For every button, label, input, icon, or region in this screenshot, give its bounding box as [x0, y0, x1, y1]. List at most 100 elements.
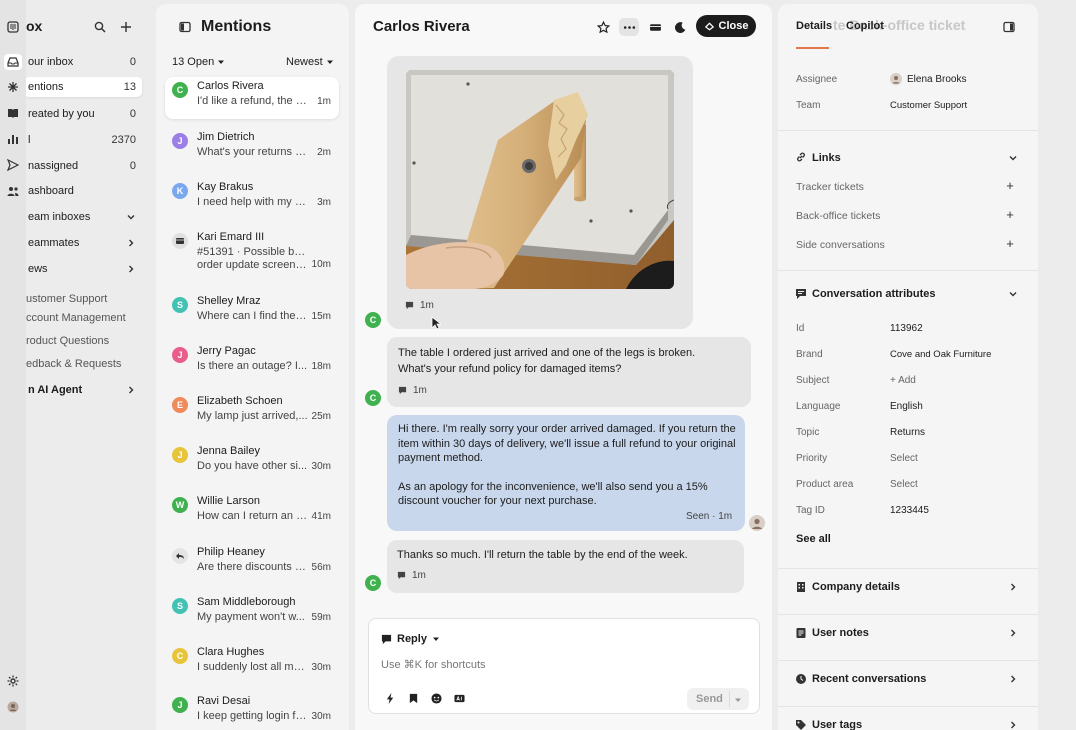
caret-down-icon[interactable] [734, 696, 742, 704]
user-avatar-icon[interactable] [6, 700, 20, 714]
tracker-tickets-label: Tracker tickets [796, 181, 864, 193]
conversation-item[interactable]: J Jerry Pagac Is there an outage? I... 18m [165, 342, 339, 384]
assignee-value[interactable]: Elena Brooks [907, 74, 966, 85]
view-account-management[interactable]: ccount Management [26, 312, 126, 324]
conversation-preview: I'd like a refund, the s... [197, 95, 309, 107]
nav-item-teammates[interactable]: eammates [26, 233, 142, 253]
open-filter-label: 13 Open [172, 56, 215, 68]
side-conversations-label: Side conversations [796, 239, 885, 251]
chevron-down-icon[interactable] [1008, 153, 1018, 163]
add-tracker-ticket-button[interactable]: + [1004, 179, 1016, 192]
customer-message-3-meta: 1m [397, 570, 426, 581]
sort-filter[interactable]: Newest [286, 56, 334, 68]
user-tags-section[interactable]: User tags [778, 706, 1038, 730]
nav-item-ai-agent[interactable]: n AI Agent [26, 380, 142, 400]
panel-toggle-icon[interactable] [1003, 21, 1015, 33]
broken-table-leg-photo[interactable] [406, 70, 674, 289]
chat-icon [397, 571, 406, 580]
emoji-icon[interactable] [431, 693, 442, 704]
team-value[interactable]: Customer Support [890, 100, 967, 111]
attribute-label: Language [796, 401, 841, 412]
reply-mode-selector[interactable]: Reply [381, 633, 440, 645]
knowledge-icon[interactable] [6, 106, 20, 120]
nav-item-team-inboxes[interactable]: eam inboxes [26, 207, 142, 227]
attribute-value[interactable]: 1233445 [890, 505, 929, 516]
recent-conversations-section[interactable]: Recent conversations [778, 660, 1038, 700]
attribute-value[interactable]: 113962 [890, 323, 923, 334]
ticket-icon[interactable] [646, 18, 664, 36]
conversation-item[interactable]: C Clara Hughes I suddenly lost all my a...… [165, 643, 339, 685]
open-filter[interactable]: 13 Open [172, 56, 225, 68]
nav-item-your-inbox[interactable]: our inbox 0 [26, 52, 142, 72]
attribute-value[interactable]: + Add [890, 375, 916, 386]
reply-input[interactable]: Use ⌘K for shortcuts [381, 658, 486, 671]
conversation-time: 30m [311, 461, 331, 472]
close-conversation-button[interactable]: Close [696, 15, 756, 37]
conversation-item[interactable]: W Willie Larson How can I return an it... 4… [165, 492, 339, 534]
ai-agent-icon[interactable] [6, 80, 20, 94]
attribute-label: Product area [796, 479, 854, 490]
see-all-link[interactable]: See all [796, 533, 831, 545]
view-product-questions[interactable]: roduct Questions [26, 335, 109, 347]
attribute-label: Brand [796, 349, 823, 360]
conversation-item[interactable]: J Jim Dietrich What's your returns po... 2m [165, 128, 339, 170]
tab-details[interactable]: Details [796, 20, 832, 32]
nav-item-dashboard[interactable]: ashboard [26, 181, 142, 201]
search-icon[interactable] [92, 19, 108, 35]
conversation-item[interactable]: S Shelley Mraz Where can I find the l... 15… [165, 292, 339, 334]
more-icon[interactable] [619, 18, 639, 36]
new-conversation-icon[interactable] [118, 19, 134, 35]
nav-item-unassigned[interactable]: nassigned 0 [26, 156, 142, 176]
attribute-value[interactable]: Cove and Oak Furniture [890, 349, 991, 360]
sidebar-toggle-icon[interactable] [179, 21, 191, 33]
send-button[interactable]: Send [687, 688, 749, 710]
customer-message-3-time: 1m [412, 570, 426, 581]
view-customer-support[interactable]: ustomer Support [26, 293, 107, 305]
company-details-section[interactable]: Company details [778, 568, 1038, 608]
inbox-icon[interactable] [4, 54, 22, 70]
nav-item-count: 2370 [111, 134, 136, 146]
tab-copilot[interactable]: Copilot [846, 20, 884, 32]
attribute-value[interactable]: Returns [890, 427, 925, 438]
nav-item-views[interactable]: ews [26, 259, 142, 279]
attribute-value[interactable]: Select [890, 479, 918, 490]
conversation-item[interactable]: J Ravi Desai I keep getting login fail... 3… [165, 692, 339, 730]
add-back-office-ticket-button[interactable]: + [1004, 208, 1016, 221]
chevron-down-icon[interactable] [1008, 289, 1018, 299]
attribute-value[interactable]: Select [890, 453, 918, 464]
add-side-conversation-button[interactable]: + [1004, 237, 1016, 250]
chat-icon [398, 386, 407, 395]
conversation-item[interactable]: C Carlos Rivera I'd like a refund, the s..… [165, 77, 339, 119]
settings-icon[interactable] [6, 674, 20, 688]
conversation-item[interactable]: Kari Emard III #51391 · Possible bug in or… [165, 228, 339, 271]
reports-icon[interactable] [6, 132, 20, 146]
view-feedback-requests[interactable]: edback & Requests [26, 358, 121, 370]
ai-text-icon[interactable] [454, 693, 465, 704]
nav-item-created-by-you[interactable]: reated by you 0 [26, 104, 142, 124]
conversation-item[interactable]: E Elizabeth Schoen My lamp just arrived,..… [165, 392, 339, 434]
outbound-icon[interactable] [6, 158, 20, 172]
star-icon[interactable] [594, 18, 612, 36]
attribute-value[interactable]: English [890, 401, 923, 412]
app-logo-icon[interactable] [6, 20, 20, 34]
contact-avatar: C [172, 82, 188, 98]
mouse-cursor-icon [431, 316, 441, 330]
building-icon [797, 582, 805, 592]
conversation-item[interactable]: K Kay Brakus I need help with my or... 3m [165, 178, 339, 220]
contacts-icon[interactable] [6, 184, 20, 198]
conversation-preview: Are there discounts a... [197, 561, 309, 573]
lightning-icon[interactable] [385, 693, 396, 704]
conversation-item[interactable]: S Sam Middleborough My payment won't w... 5… [165, 593, 339, 635]
conversation-item[interactable]: Philip Heaney Are there discounts a... 56m [165, 543, 339, 585]
conversation-item[interactable]: J Jenna Bailey Do you have other si... 30m [165, 442, 339, 484]
snooze-icon[interactable] [671, 18, 689, 36]
reply-icon [381, 634, 392, 644]
conversation-preview: What's your returns po... [197, 146, 309, 158]
conversation-name: Shelley Mraz [197, 295, 261, 307]
nav-item-mentions[interactable]: entions 13 [26, 77, 142, 97]
user-notes-section[interactable]: User notes [778, 614, 1038, 654]
nav-item-all[interactable]: l 2370 [26, 130, 142, 150]
bookmark-icon[interactable] [408, 693, 419, 704]
conversation-time: 1m [317, 96, 331, 107]
conversation-preview: #51391 · Possible bug in [197, 246, 309, 258]
